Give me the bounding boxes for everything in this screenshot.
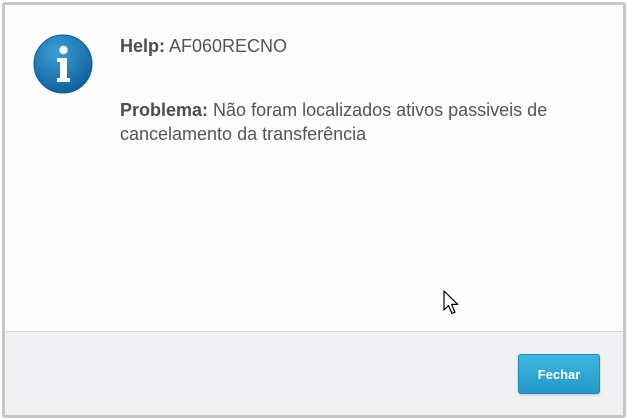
help-dialog: Help: AF060RECNO Problema: Não foram loc…	[2, 2, 626, 418]
message-text: Help: AF060RECNO Problema: Não foram loc…	[120, 34, 600, 146]
info-icon	[33, 34, 93, 94]
mouse-cursor-icon	[443, 290, 459, 315]
help-label: Help:	[120, 36, 165, 56]
help-code: AF060RECNO	[169, 36, 288, 56]
problem-label: Problema:	[120, 100, 209, 120]
problem-line: Problema: Não foram localizados ativos p…	[120, 98, 600, 146]
help-line: Help: AF060RECNO	[120, 34, 600, 58]
dialog-footer: Fechar	[5, 331, 623, 415]
dialog-content: Help: AF060RECNO Problema: Não foram loc…	[5, 5, 623, 331]
close-button[interactable]: Fechar	[518, 354, 600, 394]
